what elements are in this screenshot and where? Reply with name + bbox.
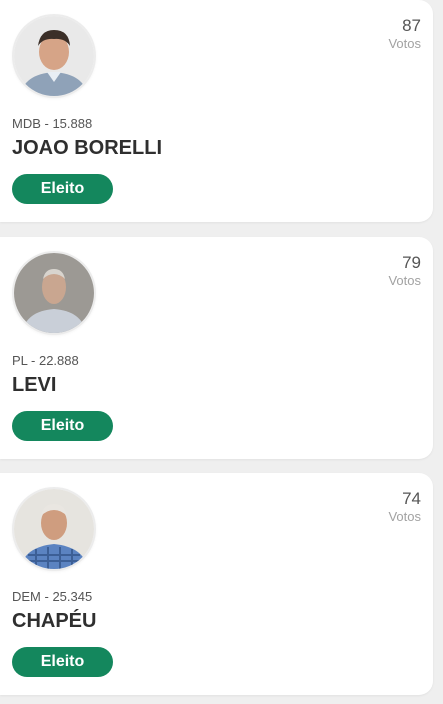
- candidate-photo: [14, 489, 94, 569]
- party-number: MDB - 15.888: [12, 116, 93, 131]
- candidate-name: LEVI: [12, 374, 57, 396]
- votes-box: 87 Votos: [388, 16, 421, 52]
- votes-label: Votos: [388, 36, 421, 51]
- status-badge: Eleito: [12, 411, 113, 441]
- party-number: DEM - 25.345: [12, 589, 93, 604]
- candidate-card[interactable]: 87 Votos MDB - 15.888 JOAO BORELLI Eleit…: [0, 0, 433, 222]
- status-badge: Eleito: [12, 174, 113, 204]
- candidate-card[interactable]: 79 Votos PL - 22.888 LEVI Eleito: [0, 237, 433, 459]
- candidate-photo: [14, 16, 94, 96]
- votes-box: 79 Votos: [388, 253, 421, 289]
- status-badge: Eleito: [12, 647, 113, 677]
- votes-label: Votos: [388, 273, 421, 288]
- votes-count: 87: [402, 16, 421, 35]
- candidate-photo: [14, 253, 94, 333]
- votes-label: Votos: [388, 509, 421, 524]
- votes-count: 74: [402, 489, 421, 508]
- candidate-name: JOAO BORELLI: [12, 137, 163, 159]
- party-number: PL - 22.888: [12, 353, 79, 368]
- candidate-card[interactable]: 74 Votos DEM - 25.345 CHAPÉU Eleito: [0, 473, 433, 695]
- votes-count: 79: [402, 253, 421, 272]
- votes-box: 74 Votos: [388, 489, 421, 525]
- candidate-list: 87 Votos MDB - 15.888 JOAO BORELLI Eleit…: [0, 0, 443, 704]
- candidate-name: CHAPÉU: [12, 610, 97, 632]
